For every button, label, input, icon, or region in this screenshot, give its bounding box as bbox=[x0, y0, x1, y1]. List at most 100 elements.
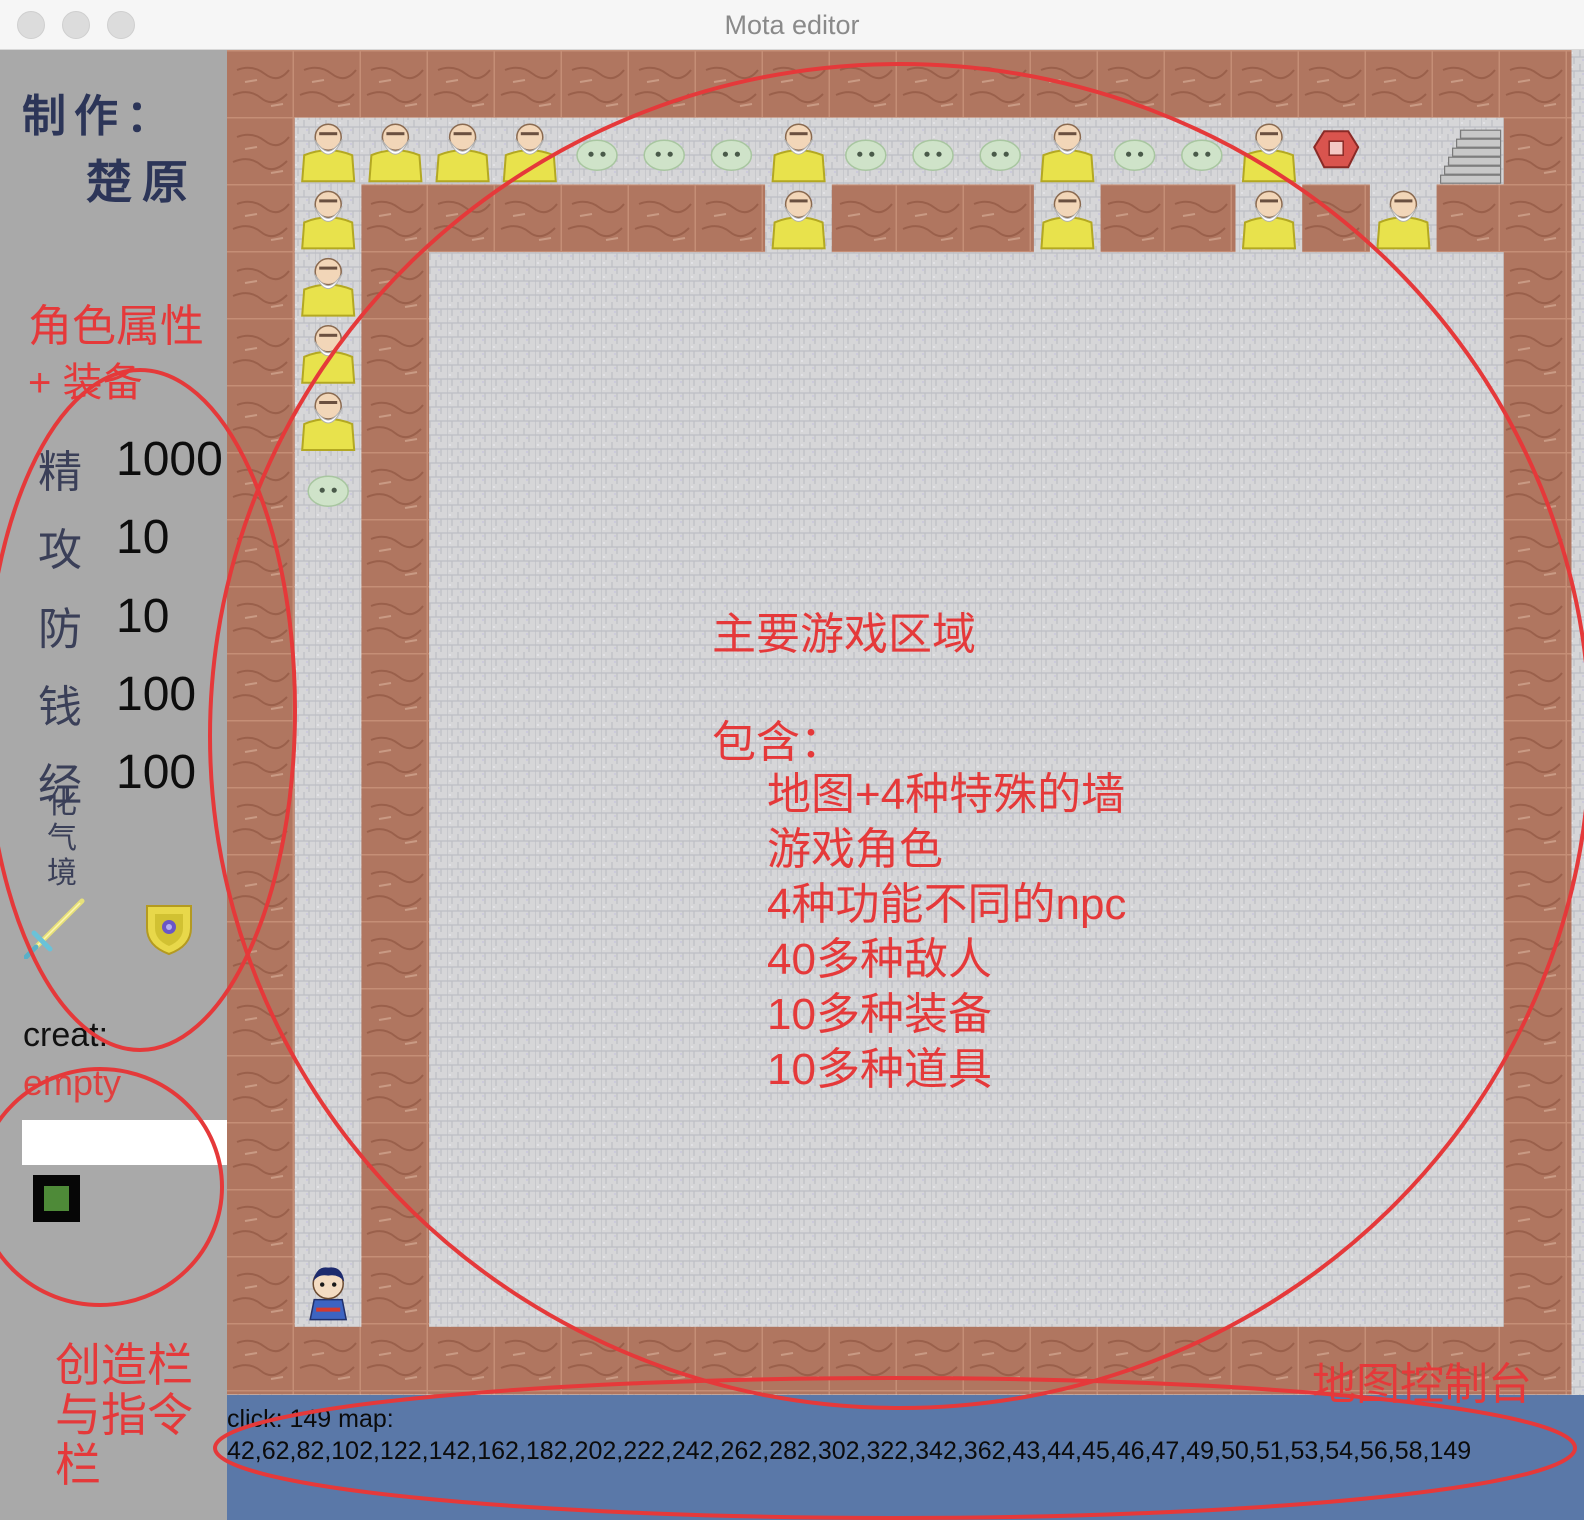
wall-tile bbox=[1503, 453, 1572, 521]
stat-value: 100 bbox=[116, 668, 197, 721]
wall-tile bbox=[899, 184, 967, 253]
app-window: Mota editor 制作： 楚原 精 1000 攻 10 防 10 钱 10… bbox=[0, 0, 1584, 1520]
wall-tile bbox=[361, 1125, 430, 1193]
wall-tile bbox=[361, 1259, 430, 1328]
credit-author: 楚原 bbox=[86, 155, 198, 209]
wall-tile bbox=[1503, 117, 1572, 185]
green-slime-icon[interactable] bbox=[1113, 139, 1156, 171]
console-click-info: click: 149 map: bbox=[227, 1405, 394, 1433]
map-canvas[interactable] bbox=[227, 50, 1584, 1395]
wall-tile bbox=[227, 520, 295, 589]
wall-tile bbox=[1503, 856, 1572, 925]
wall-tile bbox=[361, 184, 430, 253]
wall-tile bbox=[1100, 184, 1169, 253]
map-console: click: 149 map: 42,62,82,102,122,142,162… bbox=[227, 1395, 1584, 1520]
wall-tile bbox=[361, 789, 430, 857]
wall-tile bbox=[1369, 50, 1438, 118]
wall-tile bbox=[1302, 50, 1370, 118]
wall-tile bbox=[227, 1125, 295, 1193]
wall-tile bbox=[495, 1326, 564, 1395]
stat-label: 钱 bbox=[38, 682, 82, 733]
wall-tile bbox=[361, 722, 430, 790]
wall-tile bbox=[1436, 184, 1505, 253]
green-slime-icon[interactable] bbox=[1181, 139, 1223, 171]
green-slime-icon[interactable] bbox=[643, 139, 685, 171]
wall-tile bbox=[227, 386, 295, 454]
wall-tile bbox=[428, 184, 497, 253]
wall-tile bbox=[899, 50, 967, 118]
wall-tile bbox=[1503, 386, 1572, 454]
wall-tile bbox=[495, 184, 564, 253]
wall-tile bbox=[361, 1058, 430, 1126]
wall-tile bbox=[227, 117, 295, 185]
wall-tile bbox=[1503, 789, 1572, 857]
wall-tile bbox=[630, 50, 698, 118]
wall-tile bbox=[361, 856, 430, 925]
game-map[interactable] bbox=[227, 50, 1584, 1395]
wall-tile bbox=[563, 50, 631, 118]
wall-tile bbox=[361, 386, 430, 454]
wall-tile bbox=[361, 1192, 430, 1261]
stat-attack: 攻 10 bbox=[38, 510, 228, 576]
stat-hp: 精 1000 bbox=[38, 432, 228, 498]
wall-tile bbox=[1503, 587, 1572, 656]
wall-tile bbox=[1167, 50, 1236, 118]
wall-tile bbox=[1167, 184, 1236, 253]
wall-tile bbox=[899, 1326, 967, 1395]
annotation-equipment: + 装备 bbox=[28, 361, 143, 405]
wall-tile bbox=[1503, 990, 1572, 1059]
toggle-indicator bbox=[44, 1186, 69, 1211]
wall-tile bbox=[1436, 50, 1505, 118]
wall-tile bbox=[361, 318, 430, 387]
wall-tile bbox=[1100, 50, 1169, 118]
wall-tile bbox=[1503, 1259, 1572, 1328]
green-slime-icon[interactable] bbox=[845, 139, 887, 171]
annotation-attributes: 角色属性 bbox=[28, 302, 204, 351]
stat-label: 防 bbox=[38, 604, 82, 655]
stat-value: 1000 bbox=[116, 433, 223, 486]
wall-tile bbox=[831, 1326, 900, 1395]
green-slime-icon[interactable] bbox=[307, 475, 349, 507]
red-gem-icon[interactable] bbox=[1313, 130, 1360, 169]
wall-tile bbox=[1503, 654, 1572, 723]
wall-tile bbox=[1503, 1058, 1572, 1126]
wall-tile bbox=[831, 50, 900, 118]
wall-tile bbox=[294, 1326, 362, 1395]
annotation-create-bar: 创造栏与指令栏 bbox=[55, 1339, 193, 1491]
create-mode-toggle[interactable] bbox=[33, 1175, 80, 1222]
wall-tile bbox=[1503, 50, 1572, 118]
wall-tile bbox=[1235, 1326, 1303, 1395]
wall-tile bbox=[227, 1192, 295, 1261]
command-input[interactable] bbox=[22, 1120, 227, 1165]
wall-tile bbox=[361, 50, 430, 118]
wall-tile bbox=[1503, 184, 1572, 253]
wall-tile bbox=[1302, 184, 1370, 253]
stat-label: 攻 bbox=[38, 525, 82, 576]
wall-tile bbox=[1033, 50, 1102, 118]
wall-tile bbox=[1033, 1326, 1102, 1395]
wall-tile bbox=[227, 990, 295, 1059]
wall-tile bbox=[495, 50, 564, 118]
wall-tile bbox=[227, 50, 295, 118]
wall-tile bbox=[1503, 1192, 1572, 1261]
credit-label: 制作： bbox=[22, 91, 178, 142]
green-slime-icon[interactable] bbox=[912, 139, 954, 171]
green-slime-icon[interactable] bbox=[710, 139, 753, 171]
wall-tile bbox=[630, 184, 698, 253]
wall-tile bbox=[361, 251, 430, 320]
wall-tile bbox=[227, 1058, 295, 1126]
green-slime-icon[interactable] bbox=[979, 139, 1021, 171]
shield-icon bbox=[146, 905, 192, 956]
annotation-item: 10多种道具 bbox=[767, 1045, 992, 1094]
wall-tile bbox=[630, 1326, 698, 1395]
stat-value: 10 bbox=[116, 590, 170, 643]
console-map-list: 42,62,82,102,122,142,162,182,202,222,242… bbox=[227, 1437, 1472, 1465]
wall-tile bbox=[966, 1326, 1034, 1395]
creat-selection: empty bbox=[23, 1062, 122, 1103]
green-slime-icon[interactable] bbox=[576, 139, 618, 171]
window-title: Mota editor bbox=[724, 10, 860, 40]
realm-label: 化气境 bbox=[47, 786, 77, 891]
title-bar: Mota editor bbox=[0, 0, 1584, 50]
wall-tile bbox=[1503, 318, 1572, 387]
wall-tile bbox=[294, 50, 362, 118]
